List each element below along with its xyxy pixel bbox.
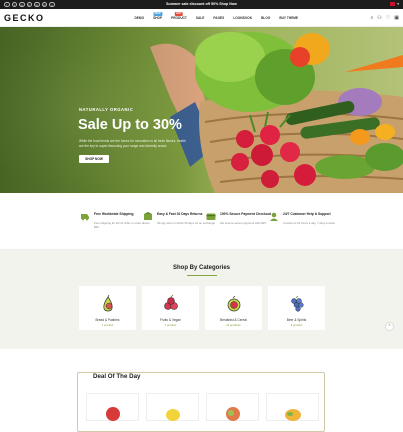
deal-of-the-day-section: Deal Of The Day <box>77 372 325 432</box>
category-name: Bread & Pastries <box>95 318 120 322</box>
mango-image <box>285 409 301 421</box>
main-navigation: DEMO NEW SHOP HOT PRODUCT SALE PAGES LOOKB… <box>130 11 303 20</box>
product-card[interactable] <box>266 393 319 421</box>
hero-description: While the food trends are the forces for… <box>79 139 186 148</box>
category-count: 7 product <box>164 323 177 327</box>
truck-icon <box>81 214 89 221</box>
new-badge: NEW <box>153 11 163 16</box>
category-card[interactable]: Bread & Pastries 7 product <box>79 286 136 330</box>
nav-item-lookbook[interactable]: LOOKBOOK <box>229 16 257 20</box>
nav-item-blog[interactable]: BLOG <box>257 16 275 20</box>
site-header: GECKO DEMO NEW SHOP HOT PRODUCT SALE PAGES… <box>0 9 403 27</box>
category-name: Breakfast & Cereal <box>220 318 247 322</box>
category-card[interactable]: Beer & Spirits 3 product <box>268 286 325 330</box>
promo-text[interactable]: Summer sale discount off 50% Shop Now <box>0 2 403 6</box>
lemon-image <box>166 409 180 421</box>
site-logo[interactable]: GECKO <box>4 13 45 23</box>
hero-kicker: NATURALLY ORGANIC <box>79 107 134 112</box>
chevron-down-icon: ▾ <box>397 2 399 6</box>
category-name: Fruits & Vegan <box>160 318 181 322</box>
category-card[interactable]: Breakfast & Cereal 11 products <box>205 286 262 330</box>
feature-description: Contact us 24 hours a day, 7 days a week <box>283 221 335 225</box>
cart-icon[interactable]: ▣ <box>394 15 399 21</box>
feature-title: 24/7 Customer Help & Support <box>283 212 331 216</box>
title-underline <box>187 275 217 276</box>
search-icon[interactable]: ⌕ <box>370 15 373 21</box>
pomegranate-icon <box>227 295 241 312</box>
hero-banner[interactable]: NATURALLY ORGANIC Sale Up to 30% While t… <box>0 27 403 193</box>
nav-item-buy-theme[interactable]: BUY THEME <box>275 16 303 20</box>
section-title: Shop By Categories <box>172 265 230 271</box>
returns-icon <box>144 212 152 220</box>
nav-item-sale[interactable]: SALE <box>191 16 209 20</box>
category-count: 11 products <box>226 323 241 327</box>
nav-item-product[interactable]: HOT PRODUCT <box>167 11 192 20</box>
support-icon <box>270 212 278 221</box>
tomato-image <box>106 407 120 421</box>
feature-description: Free shipping for all US order or order … <box>94 221 150 229</box>
back-to-top-button[interactable]: ⌃ <box>385 322 394 331</box>
category-count: 7 product <box>101 323 114 327</box>
language-switcher[interactable]: ▾ <box>390 2 399 6</box>
section-title: Deal Of The Day <box>90 372 144 380</box>
account-icon[interactable]: ⚇ <box>377 15 381 21</box>
feature-description: Simply return it within 30 days for an e… <box>157 221 215 225</box>
apple-image <box>226 407 240 421</box>
product-card[interactable] <box>146 393 199 421</box>
flag-icon <box>390 2 396 6</box>
wishlist-icon[interactable]: ♡ <box>386 15 390 21</box>
feature-description: We ensure secure payment with PEV <box>220 221 267 225</box>
secure-payment-icon <box>206 213 216 220</box>
nav-item-demo[interactable]: DEMO <box>130 16 149 20</box>
berries-icon <box>164 294 178 310</box>
category-name: Beer & Spirits <box>286 318 307 322</box>
product-card[interactable] <box>86 393 139 421</box>
chevron-up-icon: ⌃ <box>387 324 392 330</box>
nav-item-shop[interactable]: NEW SHOP <box>149 11 167 20</box>
hot-badge: HOT <box>174 11 184 16</box>
header-icons: ⌕ ⚇ ♡ ▣ <box>370 15 399 21</box>
nav-item-pages[interactable]: PAGES <box>209 16 229 20</box>
shop-by-categories-section: Shop By Categories Bread & Pastries 7 pr… <box>0 250 403 349</box>
features-bar: Free Worldwide Shipping Free shipping fo… <box>0 193 403 250</box>
pear-icon <box>103 294 113 312</box>
top-announcement-bar: f t in p ig yt v Summer sale discount of… <box>0 0 403 9</box>
grapes-icon <box>291 295 304 312</box>
shop-now-button[interactable]: SHOP NOW <box>79 155 109 163</box>
category-card[interactable]: Fruits & Vegan 7 product <box>142 286 199 330</box>
category-count: 3 product <box>290 323 303 327</box>
hero-title: Sale Up to 30% <box>78 117 182 133</box>
product-card[interactable] <box>206 393 259 421</box>
